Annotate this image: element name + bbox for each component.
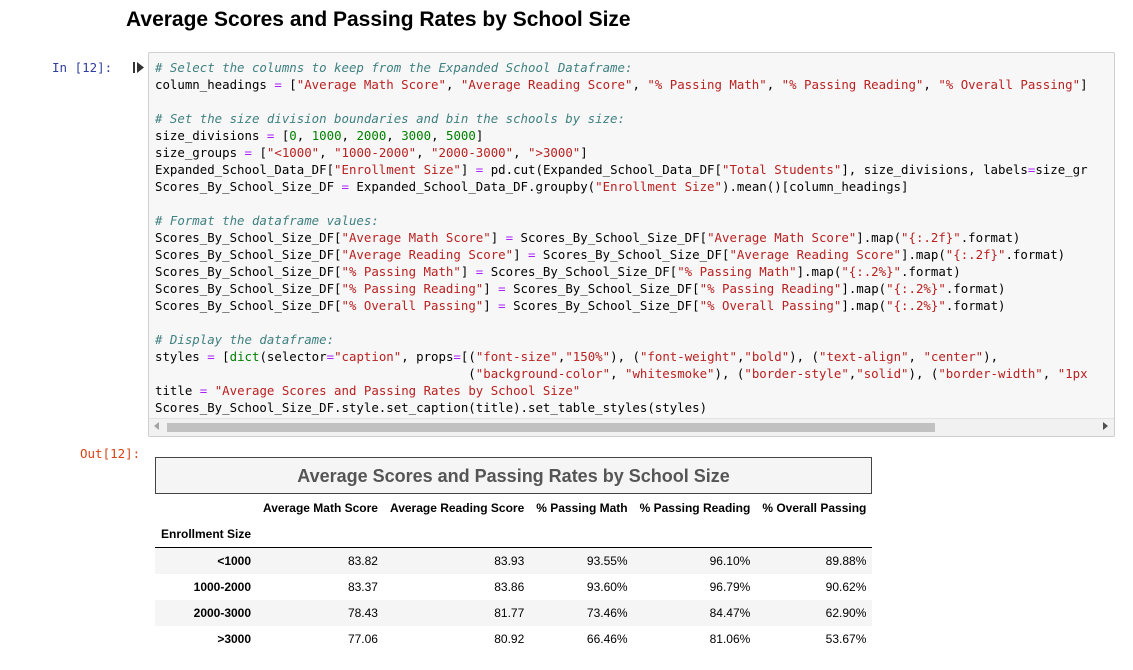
output-prompt: Out[12]:	[80, 446, 141, 461]
index-name-row: Enrollment Size	[155, 521, 873, 548]
table-cell: 73.46%	[586, 606, 628, 620]
code-line: column_headings = ["Average Math Score",…	[155, 77, 1088, 92]
table-cell: 96.79%	[709, 580, 751, 594]
row-index: 2000-3000	[193, 606, 252, 620]
table-row: <1000 83.82 83.93 93.55% 96.10% 89.88%	[155, 547, 873, 574]
blank-header	[155, 495, 257, 521]
table-cell: 84.47%	[709, 606, 751, 620]
column-header: % Passing Math	[536, 501, 628, 515]
table-cell: 80.92	[494, 632, 525, 646]
table-cell: 90.62%	[825, 580, 867, 594]
table-cell: 62.90%	[825, 606, 867, 620]
table-cell: 78.43	[347, 606, 378, 620]
code-line: Scores_By_School_Size_DF["Average Readin…	[155, 247, 1066, 262]
code-line: Scores_By_School_Size_DF["% Passing Read…	[155, 281, 1006, 296]
scrollbar-thumb[interactable]	[167, 423, 935, 432]
table-cell: 93.60%	[586, 580, 628, 594]
code-comment: # Select the columns to keep from the Ex…	[155, 60, 633, 75]
table-cell: 53.67%	[825, 632, 867, 646]
code-line: title = "Average Scores and Passing Rate…	[155, 383, 581, 398]
code-comment: # Set the size division boundaries and b…	[155, 111, 625, 126]
code-line: Expanded_School_Data_DF["Enrollment Size…	[155, 162, 1088, 177]
table-cell: 93.55%	[586, 554, 628, 568]
code-line: size_divisions = [0, 1000, 2000, 3000, 5…	[155, 128, 484, 143]
table-cell: 83.93	[494, 554, 525, 568]
table-row: 1000-2000 83.37 83.86 93.60% 96.79% 90.62%	[155, 574, 872, 600]
table-cell: 81.06%	[709, 632, 751, 646]
table-cell: 96.10%	[709, 554, 751, 568]
code-line: Scores_By_School_Size_DF.style.set_capti…	[155, 400, 708, 415]
code-editor[interactable]: # Select the columns to keep from the Ex…	[155, 59, 1088, 416]
index-name: Enrollment Size	[161, 527, 252, 541]
code-comment: # Format the dataframe values:	[155, 213, 379, 228]
code-line: styles = [dict(selector="caption", props…	[155, 349, 999, 364]
table-row: >3000 77.06 80.92 66.46% 81.06% 53.67%	[155, 626, 872, 652]
row-index: >3000	[217, 632, 252, 646]
code-cell-input[interactable]: # Select the columns to keep from the Ex…	[148, 52, 1115, 437]
dataframe-table: Average Math Score Average Reading Score…	[155, 495, 873, 652]
table-cell: 89.88%	[825, 554, 867, 568]
page-heading: Average Scores and Passing Rates by Scho…	[126, 8, 631, 31]
scroll-left-icon[interactable]	[154, 422, 159, 430]
code-line: Scores_By_School_Size_DF = Expanded_Scho…	[155, 179, 909, 194]
table-row: 2000-3000 78.43 81.77 73.46% 84.47% 62.90%	[155, 600, 873, 626]
code-line: Scores_By_School_Size_DF["% Overall Pass…	[155, 298, 1006, 313]
code-line: ("background-color", "whitesmoke"), ("bo…	[155, 366, 1088, 381]
table-cell: 83.37	[347, 580, 378, 594]
input-prompt: In [12]:	[52, 60, 113, 75]
table-cell: 77.06	[347, 632, 378, 646]
horizontal-scrollbar[interactable]	[149, 418, 1114, 436]
column-header: Average Math Score	[263, 501, 378, 515]
code-line: Scores_By_School_Size_DF["Average Math S…	[155, 230, 1021, 245]
table-cell: 81.77	[494, 606, 525, 620]
code-line: size_groups = ["<1000", "1000-2000", "20…	[155, 145, 588, 160]
scroll-right-icon[interactable]	[1103, 422, 1108, 430]
column-header: Average Reading Score	[389, 501, 525, 515]
table-cell: 66.46%	[586, 632, 628, 646]
table-cell: 83.86	[494, 580, 525, 594]
column-header-row: Average Math Score Average Reading Score…	[155, 495, 872, 521]
column-header: % Passing Reading	[639, 501, 751, 515]
code-comment: # Display the dataframe:	[155, 332, 335, 347]
code-line: Scores_By_School_Size_DF["% Passing Math…	[155, 264, 961, 279]
table-caption: Average Scores and Passing Rates by Scho…	[155, 457, 872, 494]
row-index: <1000	[217, 554, 252, 568]
row-index: 1000-2000	[193, 580, 252, 594]
run-cell-icon[interactable]	[133, 61, 145, 74]
column-header: % Overall Passing	[762, 501, 867, 515]
table-cell: 83.82	[347, 554, 378, 568]
